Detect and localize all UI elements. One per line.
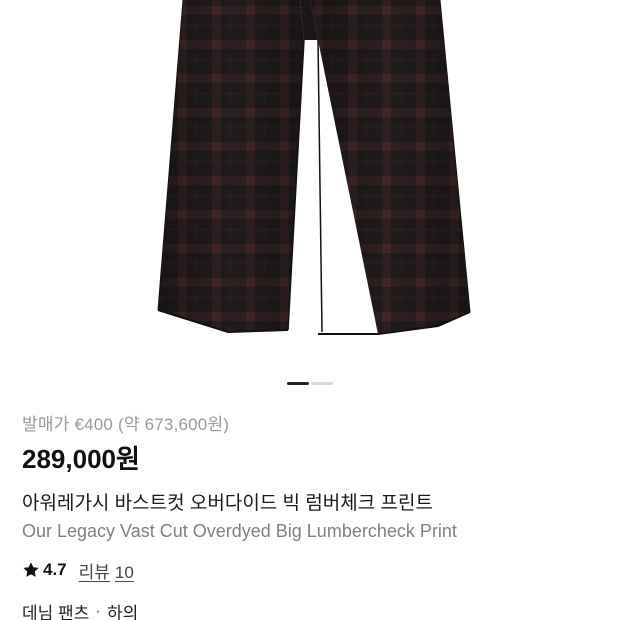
- category-breadcrumb: 데님 팬츠 · 하의: [22, 599, 602, 620]
- review-count: 10: [114, 562, 134, 582]
- carousel-dot-active[interactable]: [287, 382, 309, 385]
- current-price: 289,000원: [22, 444, 140, 474]
- product-info: 발매가 €400 (약 673,600원) 289,000원 아워레가시 바스트…: [22, 412, 602, 620]
- product-photo-pants[interactable]: [0, 0, 620, 400]
- product-image-carousel[interactable]: [0, 0, 620, 400]
- review-label: 리뷰: [78, 562, 110, 582]
- carousel-pager: [0, 382, 620, 386]
- carousel-dot[interactable]: [311, 382, 333, 385]
- category-link-bottoms[interactable]: 하의: [107, 599, 138, 620]
- product-detail-page: 발매가 €400 (약 673,600원) 289,000원 아워레가시 바스트…: [0, 0, 620, 620]
- product-name-english: Our Legacy Vast Cut Overdyed Big Lumberc…: [22, 521, 457, 541]
- product-name-korean: 아워레가시 바스트컷 오버다이드 빅 럼버체크 프린트: [22, 493, 433, 514]
- original-price: 발매가 €400 (약 673,600원): [22, 415, 230, 434]
- category-separator: ·: [95, 601, 101, 620]
- rating-value: 4.7: [43, 560, 67, 579]
- category-link-denim-pants[interactable]: 데님 팬츠: [22, 599, 89, 620]
- review-link[interactable]: 리뷰 10: [79, 558, 134, 583]
- rating-row: 4.7 리뷰 10: [22, 558, 602, 582]
- star-icon: [23, 562, 39, 577]
